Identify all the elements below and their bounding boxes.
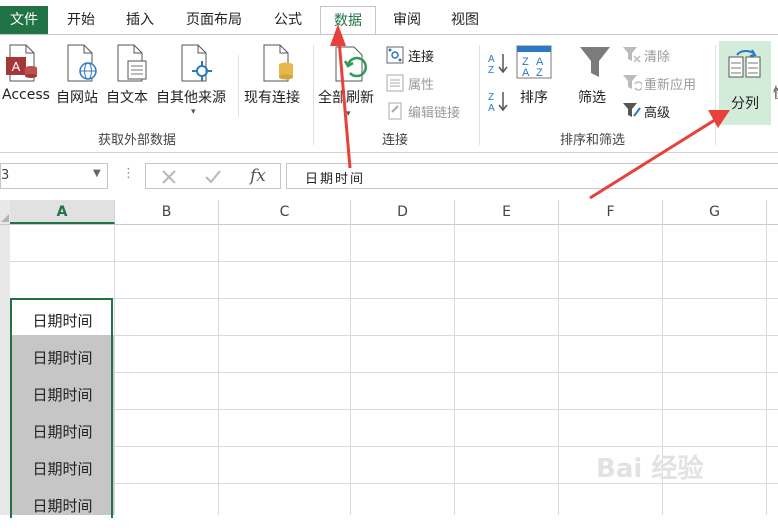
red-arrow-to-text-to-columns (589, 110, 730, 200)
watermark-logo: Bai 经验 (596, 454, 704, 484)
annotation-arrows (330, 24, 730, 200)
red-arrow-to-data-tab (330, 24, 352, 169)
